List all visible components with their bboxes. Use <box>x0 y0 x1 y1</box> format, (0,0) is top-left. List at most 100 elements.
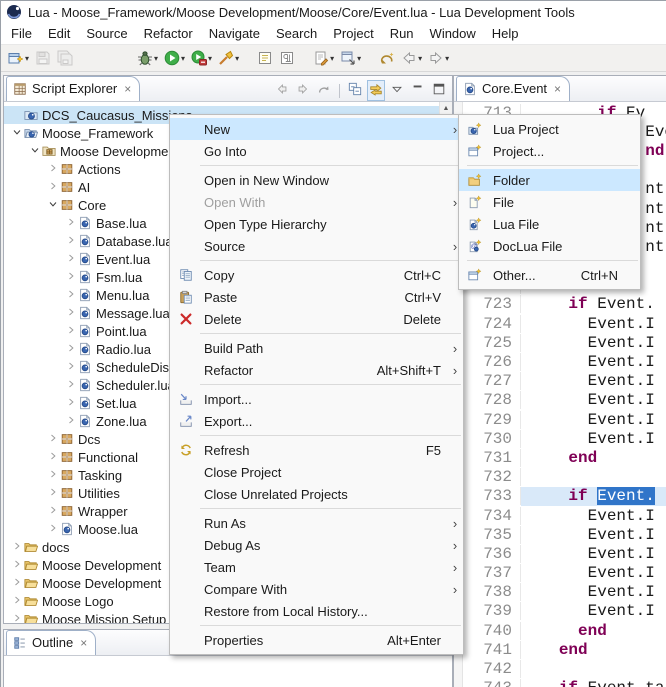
code-line[interactable]: 728 Event.I <box>463 391 666 410</box>
code-line[interactable]: 737 Event.I <box>463 564 666 583</box>
tab-script-explorer[interactable]: Script Explorer × <box>6 76 140 101</box>
panel-back-button[interactable] <box>273 80 291 101</box>
chevron-right-icon[interactable] <box>64 306 78 321</box>
context-menu-item-copy[interactable]: CopyCtrl+C <box>170 264 463 286</box>
tab-outline[interactable]: Outline × <box>6 630 96 655</box>
maximize-button[interactable] <box>430 80 448 101</box>
nav-back-button[interactable]: ▾ <box>399 48 424 68</box>
code-line[interactable]: 741 end <box>463 640 666 659</box>
code-line[interactable]: 742 <box>463 659 666 678</box>
context-menu-item-close-unrelated-projects[interactable]: Close Unrelated Projects <box>170 483 463 505</box>
menubar-item-search[interactable]: Search <box>268 24 325 43</box>
new-submenu-item-folder[interactable]: Folder <box>459 169 640 191</box>
panel-up-button[interactable] <box>315 80 333 101</box>
minimize-button[interactable] <box>409 80 427 101</box>
context-menu-item-open-in-new-window[interactable]: Open in New Window <box>170 169 463 191</box>
chevron-right-icon[interactable] <box>10 594 24 609</box>
context-menu-item-close-project[interactable]: Close Project <box>170 461 463 483</box>
dropdown-caret-icon[interactable]: ▾ <box>25 54 29 63</box>
context-menu-item-build-path[interactable]: Build Path› <box>170 337 463 359</box>
menubar-item-navigate[interactable]: Navigate <box>201 24 268 43</box>
code-line[interactable]: 723 if Event. <box>463 295 666 314</box>
context-menu-item-run-as[interactable]: Run As› <box>170 512 463 534</box>
chevron-right-icon[interactable] <box>46 450 60 465</box>
menubar-item-help[interactable]: Help <box>484 24 527 43</box>
chevron-right-icon[interactable] <box>10 576 24 591</box>
context-menu-item-properties[interactable]: PropertiesAlt+Enter <box>170 629 463 651</box>
new-wizard-button[interactable]: ▾ <box>6 48 31 68</box>
dropdown-caret-icon[interactable]: ▾ <box>418 54 422 63</box>
external-tools-button[interactable]: ▾ <box>216 48 241 68</box>
chevron-down-icon[interactable] <box>46 198 60 213</box>
close-icon[interactable]: × <box>554 84 561 94</box>
chevron-right-icon[interactable] <box>64 360 78 375</box>
chevron-right-icon[interactable] <box>64 378 78 393</box>
tab-core-event[interactable]: Core.Event × <box>456 76 570 101</box>
dropdown-caret-icon[interactable]: ▾ <box>445 54 449 63</box>
chevron-right-icon[interactable] <box>64 414 78 429</box>
code-line[interactable]: 735 Event.I <box>463 525 666 544</box>
chevron-right-icon[interactable] <box>46 432 60 447</box>
code-line[interactable]: 738 Event.I <box>463 583 666 602</box>
chevron-right-icon[interactable] <box>46 486 60 501</box>
new-submenu-item-project[interactable]: Project... <box>459 140 640 162</box>
context-menu-item-paste[interactable]: PasteCtrl+V <box>170 286 463 308</box>
context-menu-item-delete[interactable]: DeleteDelete <box>170 308 463 330</box>
close-icon[interactable]: × <box>124 84 131 94</box>
dropdown-caret-icon[interactable]: ▾ <box>208 54 212 63</box>
new-submenu-item-lua-project[interactable]: Lua Project <box>459 118 640 140</box>
run-button[interactable]: ▾ <box>162 48 187 68</box>
dropdown-caret-icon[interactable]: ▾ <box>235 54 239 63</box>
chevron-right-icon[interactable] <box>46 162 60 177</box>
mark-occurrences-button[interactable] <box>255 48 275 68</box>
context-menu-item-open-type-hierarchy[interactable]: Open Type Hierarchy <box>170 213 463 235</box>
menubar-item-source[interactable]: Source <box>78 24 135 43</box>
code-line[interactable]: 743 if Event.ta <box>463 679 666 687</box>
close-icon[interactable]: × <box>80 638 87 648</box>
menubar-item-refactor[interactable]: Refactor <box>136 24 201 43</box>
code-line[interactable]: 727 Event.I <box>463 372 666 391</box>
code-line[interactable]: 724 Event.I <box>463 314 666 333</box>
chevron-down-icon[interactable] <box>10 126 24 141</box>
code-line[interactable]: 732 <box>463 468 666 487</box>
code-line[interactable]: 736 Event.I <box>463 544 666 563</box>
last-edit-button[interactable] <box>377 48 397 68</box>
profile-button[interactable]: ▾ <box>189 48 214 68</box>
code-line[interactable]: 726 Event.I <box>463 352 666 371</box>
edit-location-button[interactable]: ▾ <box>311 48 336 68</box>
code-line[interactable]: 733 if Event. <box>463 487 666 506</box>
context-menu-item-export[interactable]: Export... <box>170 410 463 432</box>
chevron-right-icon[interactable] <box>10 558 24 573</box>
chevron-right-icon[interactable] <box>64 270 78 285</box>
context-menu-item-source[interactable]: Source› <box>170 235 463 257</box>
chevron-right-icon[interactable] <box>46 522 60 537</box>
show-whitespace-button[interactable] <box>277 48 297 68</box>
context-menu-item-restore-from-local-history[interactable]: Restore from Local History... <box>170 600 463 622</box>
new-submenu-item-doclua-file[interactable]: @DocLua File <box>459 235 640 257</box>
panel-forward-button[interactable] <box>294 80 312 101</box>
chevron-right-icon[interactable] <box>64 288 78 303</box>
context-menu-item-refactor[interactable]: RefactorAlt+Shift+T› <box>170 359 463 381</box>
context-menu-item-refresh[interactable]: RefreshF5 <box>170 439 463 461</box>
view-menu-button[interactable] <box>388 80 406 101</box>
context-menu-item-import[interactable]: Import... <box>170 388 463 410</box>
dropdown-caret-icon[interactable]: ▾ <box>181 54 185 63</box>
chevron-right-icon[interactable] <box>46 180 60 195</box>
code-line[interactable]: 734 Event.I <box>463 506 666 525</box>
new-submenu-item-file[interactable]: File <box>459 191 640 213</box>
nav-forward-button[interactable]: ▾ <box>426 48 451 68</box>
chevron-right-icon[interactable] <box>64 216 78 231</box>
code-line[interactable]: 730 Event.I <box>463 429 666 448</box>
context-menu-item-compare-with[interactable]: Compare With› <box>170 578 463 600</box>
chevron-right-icon[interactable] <box>64 252 78 267</box>
menubar-item-run[interactable]: Run <box>382 24 422 43</box>
link-editor-button[interactable] <box>367 80 385 101</box>
collapse-all-button[interactable] <box>346 80 364 101</box>
chevron-down-icon[interactable] <box>28 144 42 159</box>
chevron-right-icon[interactable] <box>10 612 24 624</box>
pin-editor-button[interactable]: ▾ <box>338 48 363 68</box>
context-menu-item-go-into[interactable]: Go Into <box>170 140 463 162</box>
code-line[interactable]: 725 Event.I <box>463 333 666 352</box>
new-submenu-item-lua-file[interactable]: Lua File <box>459 213 640 235</box>
chevron-right-icon[interactable] <box>64 234 78 249</box>
